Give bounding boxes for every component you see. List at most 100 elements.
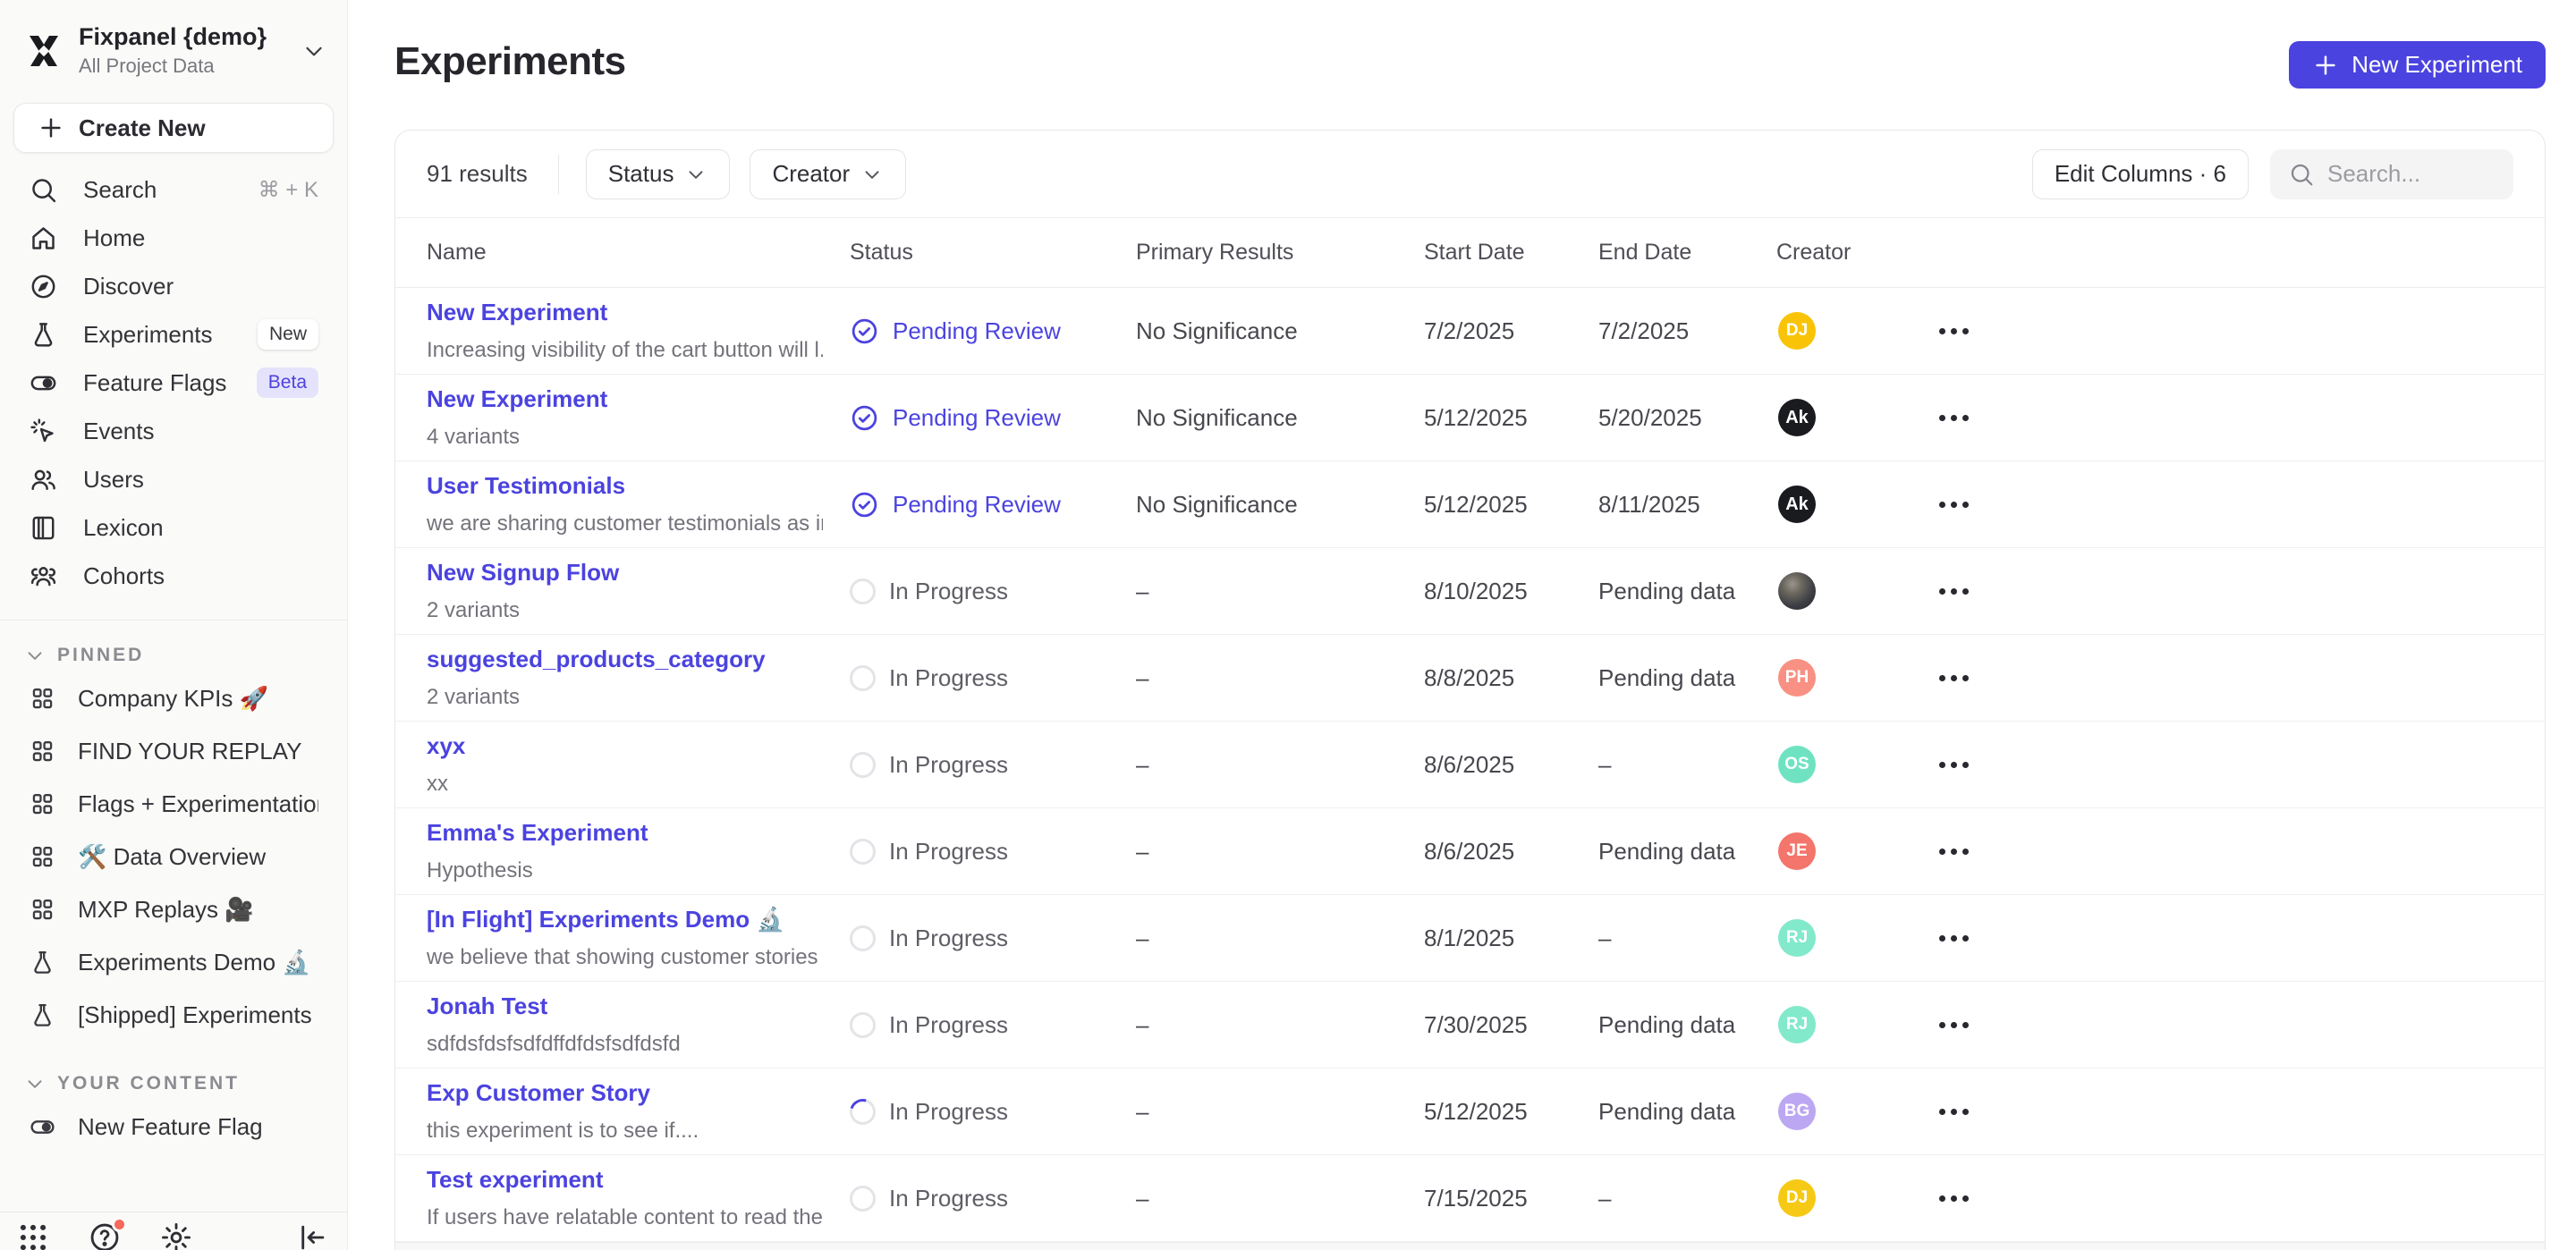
row-actions-menu[interactable] <box>1939 1195 1993 1202</box>
pinned-item[interactable]: Experiments Demo 🔬 <box>12 936 335 989</box>
row-actions-menu[interactable] <box>1939 935 1993 942</box>
edit-columns-button[interactable]: Edit Columns · 6 <box>2032 149 2249 199</box>
row-actions-menu[interactable] <box>1939 328 1993 334</box>
row-actions-menu[interactable] <box>1939 588 1993 595</box>
creator-avatar[interactable]: BG <box>1778 1093 1816 1130</box>
status-ring-icon <box>850 925 876 951</box>
sidebar-nav-item[interactable]: Experiments New <box>12 310 335 359</box>
your-content-item[interactable]: New Feature Flag <box>12 1101 335 1153</box>
experiments-card: 91 results Status Creator Edit Columns ·… <box>394 130 2546 1250</box>
experiment-name-link[interactable]: Emma's Experiment <box>427 819 823 847</box>
creator-avatar[interactable]: PH <box>1778 659 1816 697</box>
row-actions-menu[interactable] <box>1939 1109 1993 1115</box>
row-actions-menu[interactable] <box>1939 1022 1993 1028</box>
row-actions-menu[interactable] <box>1939 849 1993 855</box>
creator-avatar[interactable] <box>1778 572 1816 610</box>
chevron-down-icon[interactable] <box>301 38 327 64</box>
sidebar-nav-item[interactable]: Search ⌘ + K <box>12 165 335 214</box>
column-header-end-date[interactable]: End Date <box>1598 240 1776 266</box>
experiment-name-link[interactable]: Test experiment <box>427 1166 823 1194</box>
experiment-name-link[interactable]: Exp Customer Story <box>427 1079 823 1107</box>
new-experiment-button[interactable]: New Experiment <box>2289 41 2546 89</box>
experiment-name-link[interactable]: New Signup Flow <box>427 559 823 587</box>
experiment-name-link[interactable]: xyx <box>427 732 823 760</box>
creator-avatar[interactable]: RJ <box>1778 919 1816 957</box>
nav-item-label: Feature Flags <box>83 369 232 397</box>
filter-dropdown-button[interactable]: Status <box>586 149 731 199</box>
pinned-item[interactable]: 🛠️ Data Overview <box>12 831 335 883</box>
filter-dropdown-button[interactable]: Creator <box>750 149 906 199</box>
sidebar-nav-item[interactable]: Users <box>12 455 335 503</box>
check-circle-icon <box>850 490 879 519</box>
experiment-subtitle: we believe that showing customer stories… <box>427 945 823 970</box>
experiment-name-link[interactable]: New Experiment <box>427 299 823 326</box>
status-label[interactable]: In Progress <box>889 578 1008 605</box>
sidebar-nav-item[interactable]: Discover <box>12 262 335 310</box>
creator-avatar[interactable]: OS <box>1778 746 1816 783</box>
nav-item-icon <box>29 513 58 543</box>
settings-gear-icon[interactable] <box>159 1220 193 1250</box>
status-label[interactable]: In Progress <box>889 925 1008 952</box>
filter-buttons: Status Creator <box>586 149 926 199</box>
pinned-item[interactable]: MXP Replays 🎥 <box>12 883 335 936</box>
row-actions-menu[interactable] <box>1939 502 1993 508</box>
status-label[interactable]: In Progress <box>889 1011 1008 1039</box>
sidebar-nav-item[interactable]: Events <box>12 407 335 455</box>
row-actions-menu[interactable] <box>1939 675 1993 681</box>
creator-avatar[interactable]: DJ <box>1778 312 1816 350</box>
status-label[interactable]: Pending Review <box>893 404 1061 432</box>
column-header-name[interactable]: Name <box>427 240 850 266</box>
creator-avatar[interactable]: JE <box>1778 832 1816 870</box>
sidebar-nav-item[interactable]: Cohorts <box>12 552 335 600</box>
table-row: Jonah Test sdfdsfdsfsdfdffdfdsfsdfdsfd I… <box>395 982 2545 1068</box>
creator-avatar[interactable]: Ak <box>1778 486 1816 523</box>
end-date-cell: 8/11/2025 <box>1598 491 1776 519</box>
pinned-item[interactable]: Flags + Experimentation Demo 🚩 <box>12 778 335 831</box>
status-label[interactable]: In Progress <box>889 751 1008 779</box>
column-header-status[interactable]: Status <box>850 240 1136 266</box>
help-icon[interactable] <box>88 1220 122 1250</box>
pinned-item[interactable]: [Shipped] Experiments Demo 🖊️ <box>12 989 335 1042</box>
your-content-section-header[interactable]: YOUR CONTENT <box>23 1072 324 1095</box>
status-label[interactable]: In Progress <box>889 664 1008 692</box>
status-cell: Pending Review <box>850 490 1136 519</box>
row-actions-menu[interactable] <box>1939 415 1993 421</box>
end-date-cell: Pending data <box>1598 664 1776 692</box>
plus-icon <box>38 114 64 141</box>
sidebar-nav-item[interactable]: Lexicon <box>12 503 335 552</box>
table-search-input[interactable] <box>2327 160 2496 188</box>
status-cell: In Progress <box>850 838 1136 866</box>
workspace-switcher[interactable]: Fixpanel {demo} All Project Data <box>0 0 347 87</box>
nav-item-label: Events <box>83 418 318 445</box>
sidebar-nav-item[interactable]: Feature Flags Beta <box>12 359 335 407</box>
table-header-row: Name Status Primary Results Start Date E… <box>395 218 2545 288</box>
status-label[interactable]: Pending Review <box>893 491 1061 519</box>
pinned-item[interactable]: Company KPIs 🚀 <box>12 672 335 725</box>
status-label[interactable]: Pending Review <box>893 317 1061 345</box>
collapse-sidebar-icon[interactable] <box>295 1220 329 1250</box>
pinned-section-header[interactable]: PINNED <box>23 644 324 667</box>
status-label[interactable]: In Progress <box>889 838 1008 866</box>
status-ring-icon <box>845 1094 880 1128</box>
experiment-name-link[interactable]: suggested_products_category <box>427 646 823 673</box>
chevron-down-icon <box>23 644 47 667</box>
experiment-name-link[interactable]: User Testimonials <box>427 472 823 500</box>
create-new-button[interactable]: Create New <box>13 103 334 153</box>
experiment-name-link[interactable]: [In Flight] Experiments Demo 🔬 <box>427 906 823 933</box>
pinned-item[interactable]: FIND YOUR REPLAY <box>12 725 335 778</box>
column-header-primary-results[interactable]: Primary Results <box>1136 240 1424 266</box>
status-label[interactable]: In Progress <box>889 1185 1008 1212</box>
experiment-name-link[interactable]: Jonah Test <box>427 992 823 1020</box>
creator-avatar[interactable]: RJ <box>1778 1006 1816 1043</box>
experiment-name-link[interactable]: New Experiment <box>427 385 823 413</box>
table-body: New Experiment Increasing visibility of … <box>395 288 2545 1242</box>
column-header-creator[interactable]: Creator <box>1776 240 1939 266</box>
primary-results-cell: – <box>1136 1185 1424 1212</box>
creator-avatar[interactable]: DJ <box>1778 1179 1816 1217</box>
apps-grid-icon[interactable] <box>16 1220 50 1250</box>
creator-avatar[interactable]: Ak <box>1778 399 1816 436</box>
status-label[interactable]: In Progress <box>889 1098 1008 1126</box>
sidebar-nav-item[interactable]: Home <box>12 214 335 262</box>
column-header-start-date[interactable]: Start Date <box>1424 240 1598 266</box>
row-actions-menu[interactable] <box>1939 762 1993 768</box>
